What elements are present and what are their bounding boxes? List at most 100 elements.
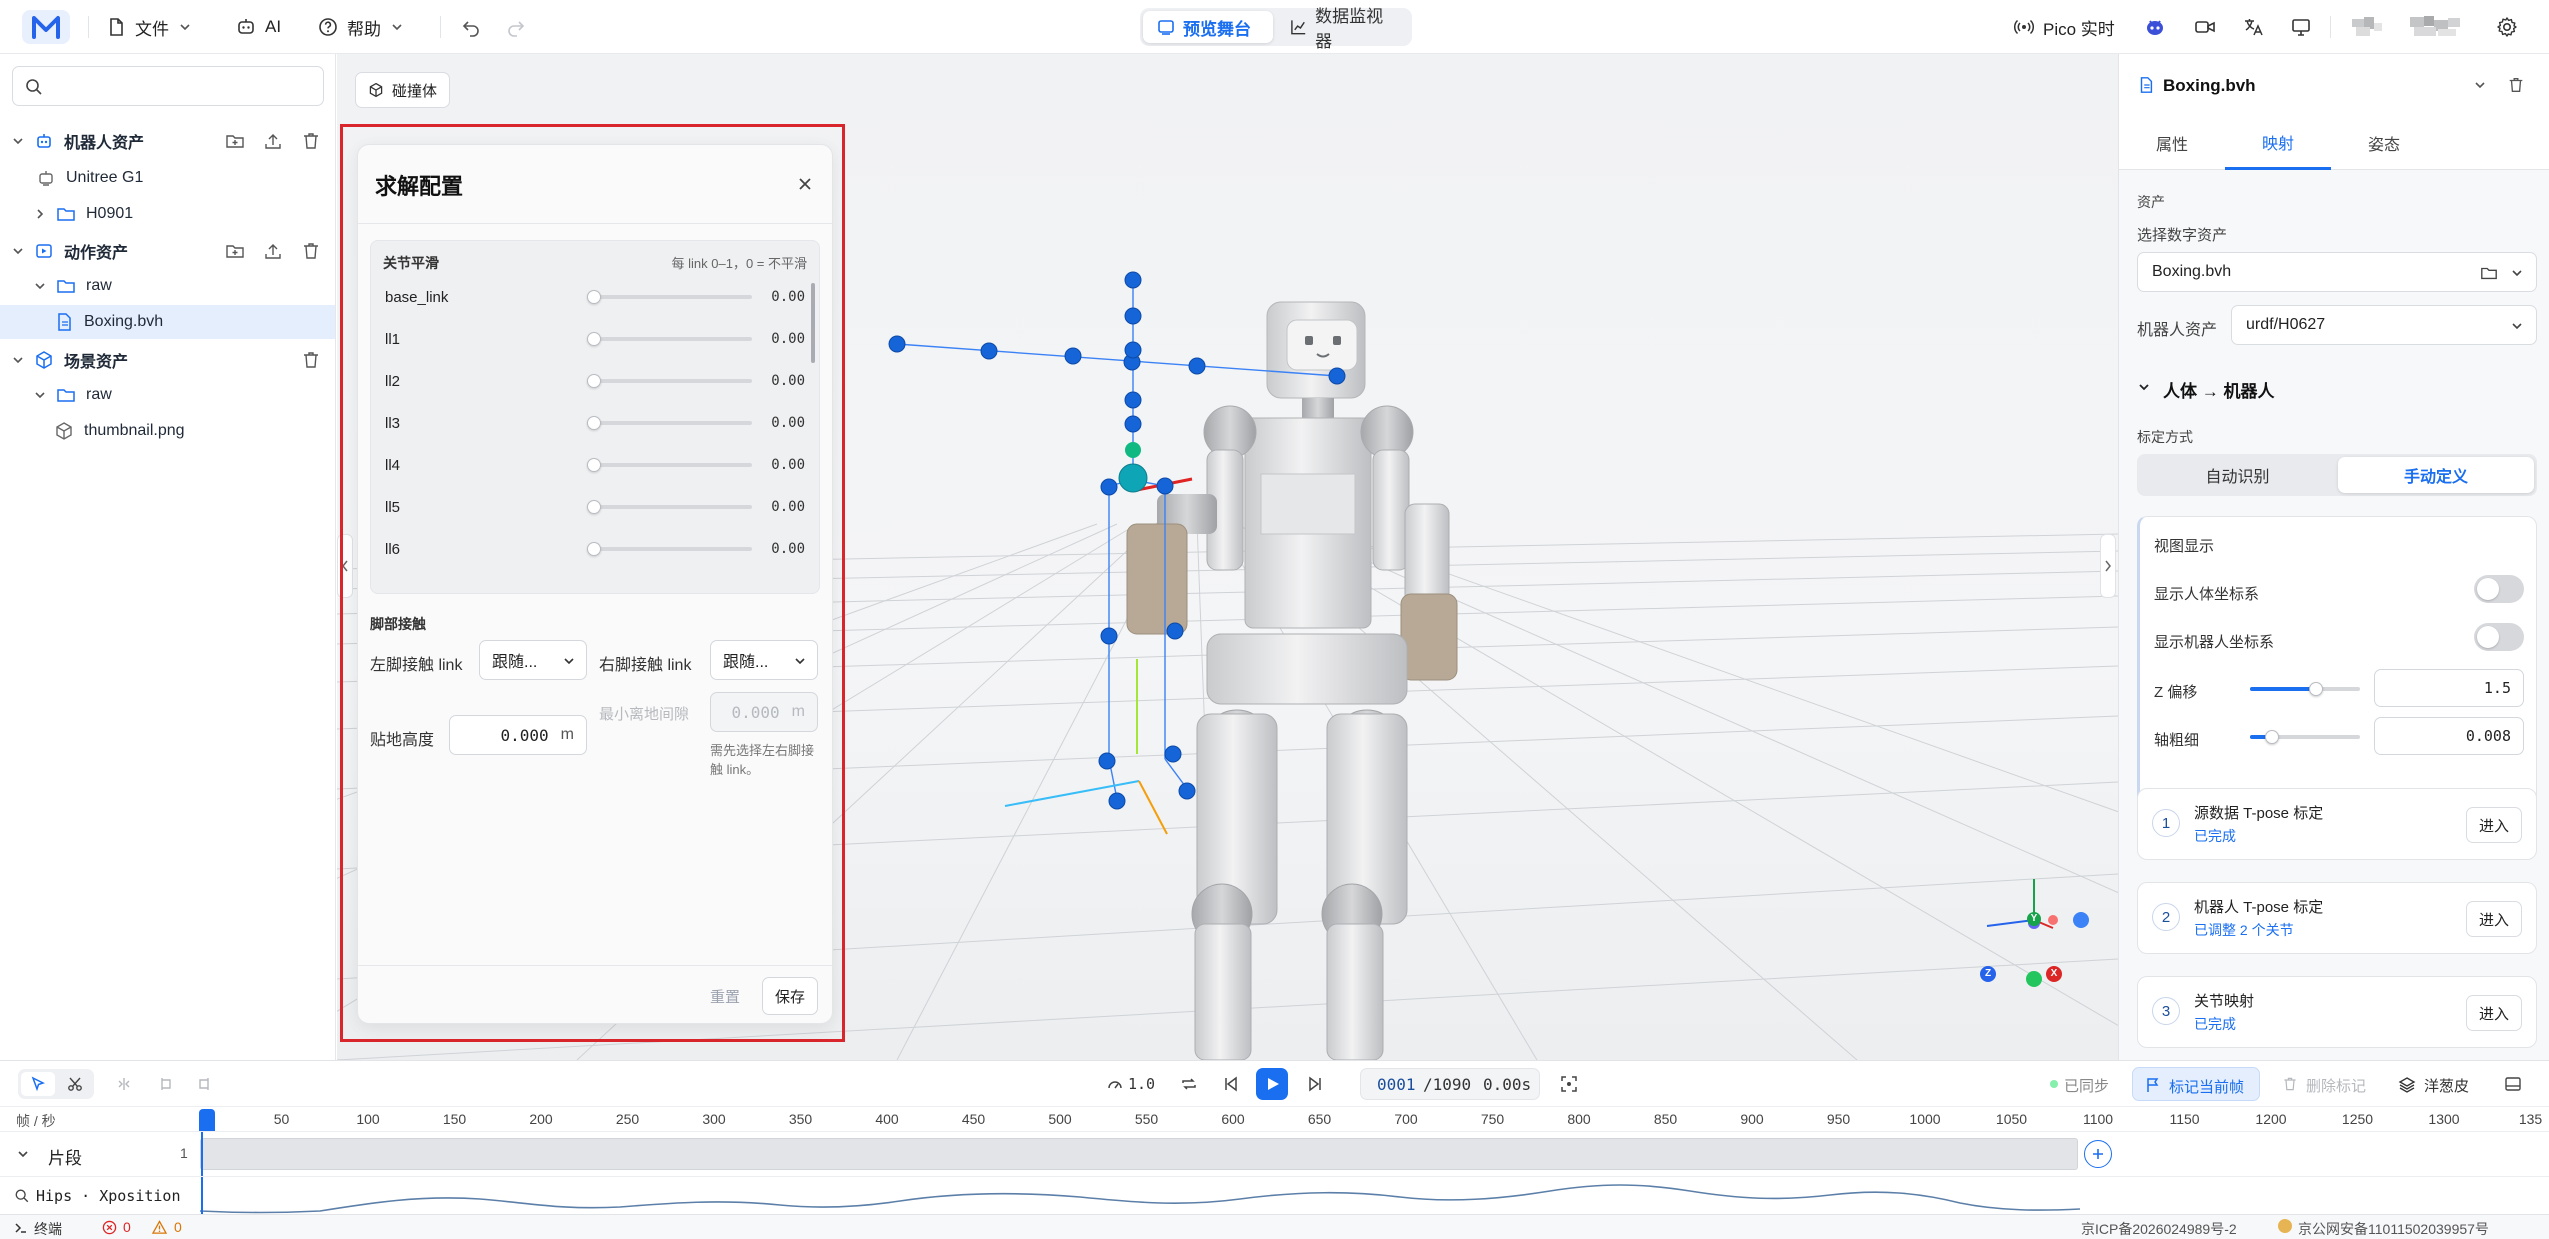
translate-button[interactable] xyxy=(2240,14,2266,40)
robot-asset-select[interactable]: urdf/H0627 xyxy=(2231,305,2537,345)
tab-data-monitor[interactable]: 数据监视器 xyxy=(1276,7,1410,51)
smooth-slider-track[interactable] xyxy=(592,547,752,551)
smooth-slider-track[interactable] xyxy=(592,505,752,509)
tab-preview-stage[interactable]: 预览舞台 xyxy=(1143,11,1273,43)
trim-end-icon[interactable] xyxy=(196,1076,212,1092)
tree-item-h0901[interactable]: H0901 xyxy=(0,197,335,231)
onion-skin-button[interactable]: 洋葱皮 xyxy=(2394,1067,2494,1101)
trim-start-icon[interactable] xyxy=(158,1076,174,1092)
app-logo[interactable] xyxy=(22,10,70,44)
upload-icon[interactable] xyxy=(263,131,283,151)
scrollbar-thumb[interactable] xyxy=(811,283,815,363)
undo-button[interactable] xyxy=(458,14,484,40)
police-record[interactable]: 京公网安备11011502039957号 xyxy=(2298,1219,2489,1239)
save-button[interactable]: 保存 xyxy=(762,977,818,1015)
search-icon[interactable] xyxy=(14,1188,30,1204)
smooth-slider-handle[interactable] xyxy=(587,374,601,388)
segment-clip[interactable] xyxy=(200,1138,2078,1170)
enter-step-button[interactable]: 进入 xyxy=(2466,807,2522,843)
smooth-slider-handle[interactable] xyxy=(587,290,601,304)
calibration-auto-button[interactable]: 自动识别 xyxy=(2140,457,2335,493)
digital-asset-select[interactable]: Boxing.bvh xyxy=(2137,252,2537,292)
right-foot-select[interactable]: 跟随... xyxy=(710,640,818,680)
smooth-slider-track[interactable] xyxy=(592,295,752,299)
calibration-manual-button[interactable]: 手动定义 xyxy=(2338,457,2534,493)
smooth-slider-handle[interactable] xyxy=(587,332,601,346)
chevron-down-icon[interactable] xyxy=(2137,380,2151,394)
chevron-down-icon[interactable] xyxy=(16,1147,30,1161)
speed-gauge-icon[interactable] xyxy=(1106,1075,1124,1093)
cut-tool-button[interactable] xyxy=(58,1072,92,1096)
ground-height-input[interactable]: 0.000 m xyxy=(449,715,587,755)
upload-icon[interactable] xyxy=(263,241,283,261)
smooth-slider-track[interactable] xyxy=(592,379,752,383)
trash-icon[interactable] xyxy=(2507,76,2525,94)
tree-group-motion-assets[interactable]: 动作资产 xyxy=(0,234,335,268)
folder-open-icon[interactable] xyxy=(2480,264,2498,282)
gizmo-x-label[interactable]: X xyxy=(2046,966,2062,982)
z-offset-slider-handle[interactable] xyxy=(2309,682,2323,696)
panel-toggle-icon[interactable] xyxy=(2504,1075,2522,1093)
enter-step-button[interactable]: 进入 xyxy=(2466,901,2522,937)
tree-group-robot-assets[interactable]: 机器人资产 xyxy=(0,124,335,158)
show-robot-axes-toggle[interactable] xyxy=(2474,623,2524,651)
new-folder-icon[interactable] xyxy=(225,241,245,261)
pico-live-button[interactable]: Pico 实时 xyxy=(2014,12,2115,42)
collider-toggle-button[interactable]: 碰撞体 xyxy=(355,72,451,108)
z-offset-input[interactable]: 1.5 xyxy=(2374,669,2524,707)
current-frame[interactable]: 0001 xyxy=(1377,1075,1416,1094)
gizmo-y-label[interactable]: Y xyxy=(2027,912,2041,926)
smooth-slider-handle[interactable] xyxy=(587,416,601,430)
axis-width-slider-handle[interactable] xyxy=(2265,730,2279,744)
loop-icon[interactable] xyxy=(1180,1075,1198,1093)
monitor-button[interactable] xyxy=(2288,14,2314,40)
smooth-slider-track[interactable] xyxy=(592,463,752,467)
user-account-blurred[interactable] xyxy=(2352,14,2472,40)
tab-mapping[interactable]: 映射 xyxy=(2225,116,2331,170)
hips-x-curve[interactable] xyxy=(200,1177,2080,1215)
min-gap-input[interactable]: 0.000 m xyxy=(710,692,818,732)
fit-view-icon[interactable] xyxy=(1560,1075,1578,1093)
icp-record[interactable]: 京ICP备2026024989号-2 xyxy=(2081,1219,2237,1239)
tab-pose[interactable]: 姿态 xyxy=(2331,116,2437,170)
playhead[interactable] xyxy=(199,1109,215,1131)
axis-width-input[interactable]: 0.008 xyxy=(2374,717,2524,755)
tree-item-scene-raw[interactable]: raw xyxy=(0,378,335,412)
mark-frame-button[interactable]: 标记当前帧 xyxy=(2132,1067,2260,1101)
close-icon[interactable] xyxy=(796,175,814,193)
skip-forward-icon[interactable] xyxy=(1306,1075,1324,1093)
show-human-axes-toggle[interactable] xyxy=(2474,575,2524,603)
collapse-right-panel-button[interactable] xyxy=(2100,534,2116,598)
video-button[interactable] xyxy=(2192,14,2218,40)
redo-button[interactable] xyxy=(503,14,529,40)
menu-file[interactable]: 文件 xyxy=(106,12,192,42)
split-icon[interactable] xyxy=(116,1076,132,1092)
reset-button[interactable]: 重置 xyxy=(700,977,750,1015)
tab-properties[interactable]: 属性 xyxy=(2119,116,2225,170)
error-icon[interactable] xyxy=(102,1220,117,1235)
search-input[interactable] xyxy=(53,73,313,99)
trash-icon[interactable] xyxy=(301,350,321,370)
play-button[interactable] xyxy=(1256,1068,1288,1100)
chevron-down-icon[interactable] xyxy=(2473,78,2487,92)
tree-item-unitree-g1[interactable]: Unitree G1 xyxy=(0,161,335,195)
tree-item-thumbnail[interactable]: thumbnail.png xyxy=(0,414,335,448)
terminal-label[interactable]: 终端 xyxy=(34,1219,62,1239)
smooth-slider-handle[interactable] xyxy=(587,542,601,556)
trash-icon[interactable] xyxy=(301,241,321,261)
warning-icon[interactable] xyxy=(152,1220,167,1235)
timeline-ruler[interactable]: 帧 / 秒 50 100 150 200 250 300 350 400 450 500 550 60… xyxy=(0,1106,2549,1132)
terminal-icon[interactable] xyxy=(14,1221,28,1235)
menu-ai[interactable]: AI xyxy=(236,12,281,42)
smooth-slider-track[interactable] xyxy=(592,421,752,425)
tree-item-motion-raw[interactable]: raw xyxy=(0,269,335,303)
assistant-button[interactable] xyxy=(2142,14,2168,40)
gizmo-z-label[interactable]: Z xyxy=(1980,966,1996,982)
playback-speed[interactable]: 1.0 xyxy=(1128,1075,1155,1093)
tree-group-scene-assets[interactable]: 场景资产 xyxy=(0,343,335,377)
settings-button[interactable] xyxy=(2494,14,2520,40)
smooth-slider-handle[interactable] xyxy=(587,500,601,514)
smooth-slider-track[interactable] xyxy=(592,337,752,341)
enter-step-button[interactable]: 进入 xyxy=(2466,995,2522,1031)
select-tool-button[interactable] xyxy=(21,1072,55,1096)
